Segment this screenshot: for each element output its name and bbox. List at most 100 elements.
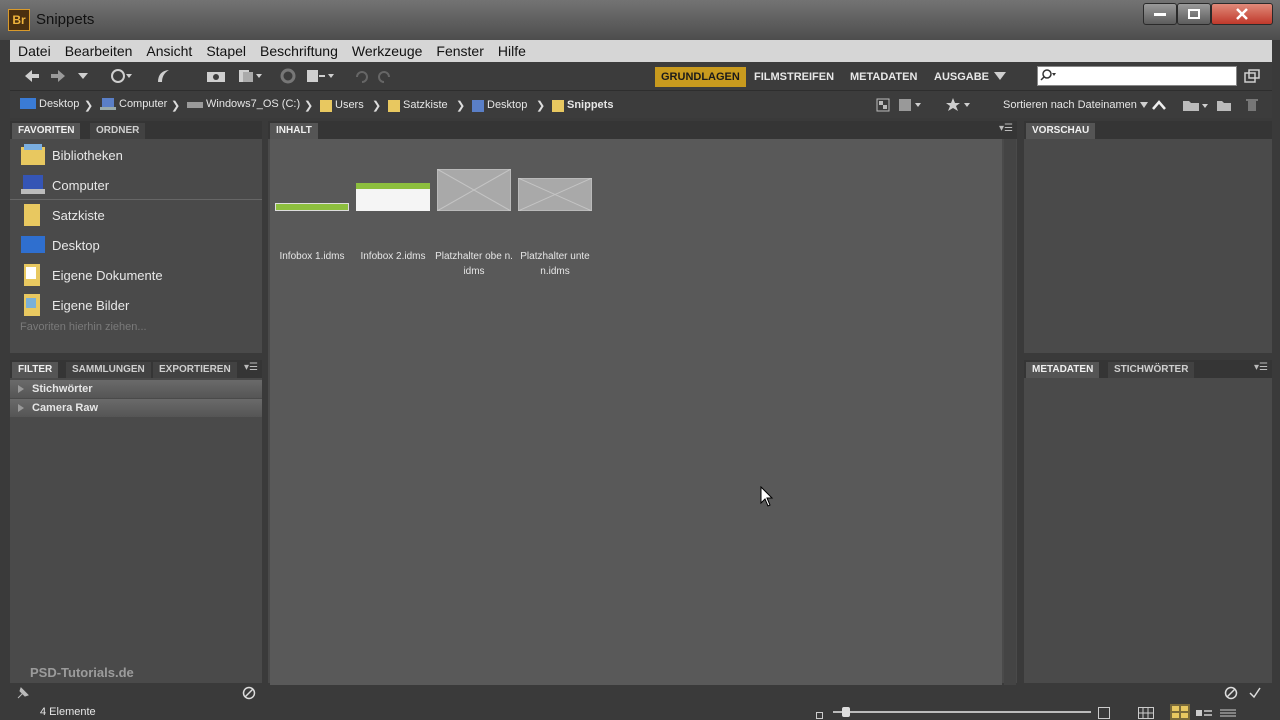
breadcrumb-users[interactable]: Users xyxy=(320,98,364,112)
maximize-button[interactable] xyxy=(1177,3,1211,25)
open-with-icon[interactable] xyxy=(306,68,336,84)
panel-menu-icon[interactable]: ▾☰ xyxy=(1254,362,1268,373)
breadcrumb-snippets[interactable]: Snippets xyxy=(552,98,613,112)
zoom-slider-handle[interactable] xyxy=(841,707,850,717)
breadcrumb-label: Desktop xyxy=(39,98,80,110)
breadcrumb-label: Snippets xyxy=(567,99,614,111)
chevron-right-icon: ❯ xyxy=(304,100,314,112)
new-folder-icon[interactable] xyxy=(1216,97,1232,113)
compact-mode-icon[interactable] xyxy=(1244,68,1260,84)
back-arrow-icon[interactable] xyxy=(24,68,40,84)
panel-menu-icon[interactable]: ▾☰ xyxy=(244,362,258,373)
list-view-icon[interactable] xyxy=(1220,705,1236,720)
search-input[interactable] xyxy=(1037,66,1237,86)
star-filter-icon[interactable] xyxy=(946,97,974,113)
minimize-button[interactable] xyxy=(1143,3,1177,25)
panel-menu-icon[interactable]: ▾☰ xyxy=(999,123,1013,134)
cancel-icon[interactable] xyxy=(242,685,256,701)
favorite-satzkiste[interactable]: Satzkiste xyxy=(20,201,105,229)
rotate-left-icon[interactable] xyxy=(354,68,368,84)
quality-icon[interactable] xyxy=(876,97,890,113)
menu-ansicht[interactable]: Ansicht xyxy=(146,43,192,59)
tab-inhalt[interactable]: INHALT xyxy=(270,123,318,139)
tab-metadaten[interactable]: METADATEN xyxy=(1026,362,1100,378)
menu-werkzeuge[interactable]: Werkzeuge xyxy=(352,43,423,59)
title-bar[interactable]: Br Snippets xyxy=(0,0,1280,40)
breadcrumb-satzkiste[interactable]: Satzkiste xyxy=(388,98,448,112)
camera-icon[interactable] xyxy=(206,68,226,84)
chevron-right-icon: ❯ xyxy=(536,100,546,112)
filter-camera-raw[interactable]: Camera Raw xyxy=(10,399,262,417)
delete-icon[interactable] xyxy=(1246,97,1258,113)
drive-icon xyxy=(187,102,203,108)
menu-beschriftung[interactable]: Beschriftung xyxy=(260,43,338,59)
folder-icon xyxy=(472,100,484,112)
menu-stapel[interactable]: Stapel xyxy=(206,43,246,59)
breadcrumb-drive[interactable]: Windows7_OS (C:) xyxy=(187,98,300,110)
filter-stichwoerter[interactable]: Stichwörter xyxy=(10,380,262,398)
tab-vorschau[interactable]: VORSCHAU xyxy=(1026,123,1096,139)
pin-icon[interactable] xyxy=(16,685,30,701)
workspace-grundlagen[interactable]: GRUNDLAGEN xyxy=(655,67,746,87)
triangle-right-icon xyxy=(18,385,24,393)
favorite-eigene-dokumente[interactable]: Eigene Dokumente xyxy=(20,261,163,289)
breadcrumb-computer[interactable]: Computer xyxy=(100,98,167,110)
grid-lock-icon[interactable] xyxy=(1138,705,1154,720)
favorite-bibliotheken[interactable]: Bibliotheken xyxy=(20,141,123,169)
file-preview xyxy=(356,183,430,211)
workspace-metadaten[interactable]: METADATEN xyxy=(844,67,923,87)
zoom-out-icon[interactable] xyxy=(816,708,824,720)
tab-sammlungen[interactable]: SAMMLUNGEN xyxy=(66,362,151,378)
content-scrollbar[interactable] xyxy=(1004,139,1016,685)
preview-panel: VORSCHAU xyxy=(1024,121,1272,353)
forward-arrow-icon[interactable] xyxy=(50,68,66,84)
breadcrumb-desktop-folder[interactable]: Desktop xyxy=(472,98,527,112)
folder-icon xyxy=(24,204,40,226)
menu-datei[interactable]: Datei xyxy=(18,43,51,59)
tab-filter[interactable]: FILTER xyxy=(12,362,59,378)
boomerang-icon[interactable] xyxy=(156,68,170,84)
close-button[interactable] xyxy=(1211,3,1273,25)
favorite-label: Bibliotheken xyxy=(52,147,123,163)
computer-icon xyxy=(21,175,45,194)
computer-icon xyxy=(100,98,116,110)
tab-ordner[interactable]: ORDNER xyxy=(90,123,146,139)
tab-stichwoerter[interactable]: STICHWÖRTER xyxy=(1108,362,1195,378)
workspace-ausgabe[interactable]: AUSGABE xyxy=(928,67,995,87)
folder-icon xyxy=(552,100,564,112)
breadcrumb-label: Windows7_OS (C:) xyxy=(206,98,301,110)
cancel-icon[interactable] xyxy=(1224,685,1238,701)
favorite-desktop[interactable]: Desktop xyxy=(20,231,100,259)
tab-favoriten[interactable]: FAVORITEN xyxy=(12,123,81,139)
menu-hilfe[interactable]: Hilfe xyxy=(498,43,526,59)
content-grid[interactable]: Infobox 1.idms Infobox 2.idms Platzhalte… xyxy=(270,139,1002,685)
file-name: Infobox 2.idms xyxy=(360,251,426,262)
recent-folder-icon[interactable] xyxy=(110,68,132,84)
open-recent-icon[interactable] xyxy=(1182,97,1210,113)
favorite-label: Desktop xyxy=(52,237,100,253)
breadcrumb-desktop[interactable]: Desktop xyxy=(20,98,79,110)
workspace-dropdown-icon[interactable] xyxy=(994,68,1006,84)
view-mode-icon[interactable] xyxy=(898,97,924,113)
details-view-icon[interactable] xyxy=(1196,705,1212,720)
menu-bearbeiten[interactable]: Bearbeiten xyxy=(65,43,133,59)
thumbnail-view-icon[interactable] xyxy=(1170,704,1190,720)
menu-fenster[interactable]: Fenster xyxy=(436,43,483,59)
refine-icon[interactable] xyxy=(238,68,264,84)
status-bar: 4 Elemente xyxy=(10,703,1272,720)
workspace-filmstreifen[interactable]: FILMSTREIFEN xyxy=(748,67,840,87)
favorite-computer[interactable]: Computer xyxy=(20,171,109,199)
zoom-in-icon[interactable] xyxy=(1098,705,1110,720)
tab-exportieren[interactable]: EXPORTIEREN xyxy=(153,362,237,378)
favorite-eigene-bilder[interactable]: Eigene Bilder xyxy=(20,291,129,319)
metadata-bottom-bar xyxy=(1024,683,1272,701)
sort-ascending-icon[interactable] xyxy=(1152,97,1166,113)
chevron-down-icon[interactable] xyxy=(78,68,88,84)
checkmark-icon[interactable] xyxy=(1248,685,1262,701)
zoom-slider[interactable] xyxy=(833,711,1091,713)
favorite-label: Eigene Bilder xyxy=(52,297,130,313)
sort-dropdown[interactable]: Sortieren nach Dateinamen xyxy=(1003,99,1148,111)
rotate-right-icon[interactable] xyxy=(378,68,392,84)
bridge-window: Br Snippets Datei Bearbeiten Ansicht Sta… xyxy=(0,0,1280,720)
rotate-icon[interactable] xyxy=(280,68,296,84)
